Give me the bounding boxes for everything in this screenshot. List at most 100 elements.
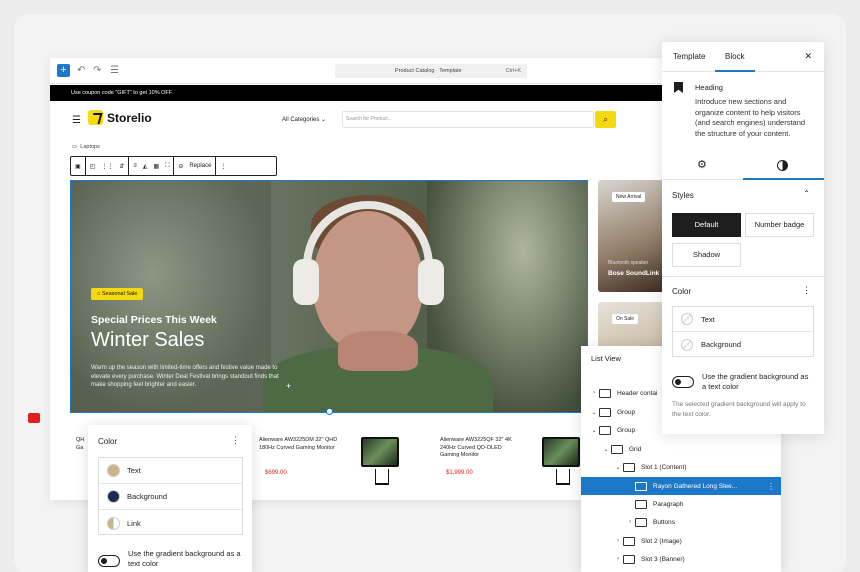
chevron-up-icon[interactable]: ⌃	[803, 189, 810, 198]
media-group[interactable]: ⊖ Replace	[174, 157, 217, 175]
side-card-sale[interactable]: On Sale	[598, 302, 662, 352]
list-view-row[interactable]: › Slot 3 (Banner)	[581, 550, 781, 568]
move-updown-icon[interactable]: ⇵	[119, 163, 124, 170]
list-view-row-label: Grid	[629, 445, 642, 453]
breadcrumb-label: Laptops	[80, 144, 100, 150]
image-block-icon: ◰	[89, 163, 96, 170]
list-view-row-label: Slot 1 (Content)	[641, 463, 687, 471]
menu-icon[interactable]: ☰	[72, 115, 81, 126]
more-options-button[interactable]: ⋮	[216, 157, 230, 175]
color-option-text[interactable]: Text	[673, 307, 813, 332]
block-type-icon	[611, 444, 623, 454]
list-view-row-label: Buttons	[653, 518, 676, 526]
fullscreen-icon[interactable]: ⛶	[165, 163, 169, 170]
link-icon[interactable]: ⊖	[178, 163, 183, 170]
product-price: $699.00	[265, 470, 287, 476]
more-vertical-icon: ⋮	[220, 163, 227, 170]
block-type-icon	[635, 481, 647, 491]
chevron-right-icon[interactable]: ›	[625, 519, 635, 525]
color-heading: Color	[672, 287, 692, 296]
block-parent-button[interactable]: ▣	[71, 157, 86, 175]
product-card[interactable]: Alienware AW3225DM 32" QHD 180Hz Curved …	[253, 433, 413, 489]
color-swatch	[107, 490, 120, 503]
style-default-button[interactable]: Default	[672, 213, 741, 237]
color-option-link[interactable]: Link	[99, 510, 242, 536]
document-overview-icon[interactable]: ☰	[110, 64, 119, 77]
undo-icon[interactable]: ↶	[77, 64, 85, 77]
overlay-icon[interactable]: ▦	[154, 163, 160, 170]
chevron-right-icon[interactable]: ›	[613, 556, 623, 562]
search-button[interactable]: ⌕	[595, 111, 616, 128]
more-vertical-icon[interactable]: ⋮	[231, 435, 240, 446]
search-input[interactable]: Search for Product...	[342, 111, 594, 128]
resize-handle[interactable]	[326, 408, 333, 415]
list-view-row[interactable]: › Slot 2 (Image)	[581, 532, 781, 550]
gradient-text-toggle[interactable]	[672, 376, 694, 388]
chevron-down-icon[interactable]: ⌄	[589, 427, 599, 434]
color-option-label: Link	[127, 518, 141, 528]
side-card-speaker[interactable]: New Arrival Bluetooth speaker Bose Sound…	[598, 180, 662, 292]
color-popover-title: Color	[98, 437, 118, 446]
category-select[interactable]: All Categories ⌄	[282, 116, 326, 123]
product-card[interactable]: Alienware AW3225QF 32" 4K 240Hz Curved Q…	[434, 433, 594, 489]
block-name: Heading	[695, 83, 723, 92]
product-name: Alienware AW3225QF 32" 4K 240Hz Curved Q…	[440, 437, 512, 458]
breadcrumb[interactable]: ▭ Laptops	[72, 144, 100, 150]
gear-icon[interactable]: ⚙	[697, 158, 707, 171]
gradient-text-toggle[interactable]	[98, 555, 120, 567]
chevron-right-icon[interactable]: ⌄	[589, 409, 599, 416]
list-view-row[interactable]: › Buttons	[581, 513, 781, 531]
product-price: $1,999.00	[446, 470, 473, 476]
hero-banner[interactable]: ⌂ Seasonal Sale Special Prices This Week…	[70, 180, 588, 413]
cover-icon: ▣	[75, 163, 81, 170]
color-swatch	[107, 516, 120, 530]
styles-heading: Styles	[672, 191, 694, 200]
list-view-row-label: Rayon Gathered Long Slee...	[653, 482, 738, 490]
product-name: Alienware AW3225DM 32" QHD 180Hz Curved …	[259, 437, 338, 451]
block-type-icon	[635, 499, 647, 509]
color-option-label: Background	[701, 340, 742, 349]
color-option-text[interactable]: Text	[99, 458, 242, 484]
style-shadow-button[interactable]: Shadow	[672, 243, 741, 267]
document-title-bar[interactable]: Product Catalog · Template Ctrl+K	[335, 64, 527, 78]
drag-handle-icon[interactable]: ⋮⋮	[101, 163, 113, 170]
color-swatch	[681, 313, 693, 325]
promo-banner: Use coupon code "GIFT" to get 10% OFF.	[50, 85, 662, 101]
active-subtab-indicator	[743, 178, 824, 180]
replace-button[interactable]: Replace	[189, 163, 211, 169]
block-align-group[interactable]: ≡ ◭ ▦ ⛶	[129, 157, 175, 175]
more-vertical-icon[interactable]: ⋮	[767, 482, 775, 491]
color-option-background[interactable]: Background	[673, 332, 813, 357]
add-block-button[interactable]: +	[57, 64, 70, 77]
tab-block[interactable]: Block	[725, 52, 745, 61]
style-number-badge-button[interactable]: Number badge	[745, 213, 814, 237]
list-view-row[interactable]: ›Slot 4 (Banner)	[581, 568, 781, 572]
add-block-inline-icon[interactable]: +	[286, 381, 291, 391]
block-type-group[interactable]: ◰ ⋮⋮ ⇵	[86, 157, 130, 175]
store-logo[interactable]: Storelio	[107, 111, 152, 125]
color-option-background[interactable]: Background	[99, 484, 242, 510]
block-type-icon	[623, 462, 635, 472]
bookmark-icon	[674, 82, 683, 93]
divider	[662, 276, 824, 277]
store-header: ☰ Storelio All Categories ⌄ Search for P…	[50, 101, 662, 139]
chevron-down-icon[interactable]: ⌄	[601, 446, 611, 453]
redo-icon[interactable]: ↷	[93, 64, 101, 77]
list-view-row[interactable]: Paragraph	[581, 495, 781, 513]
block-type-icon	[623, 536, 635, 546]
block-type-icon	[599, 425, 611, 435]
styles-icon[interactable]	[777, 160, 788, 171]
list-view-row[interactable]: ⌄ Slot 1 (Content)	[581, 458, 781, 476]
chevron-right-icon[interactable]: ›	[589, 390, 599, 396]
on-sale-badge: On Sale	[612, 314, 639, 324]
chevron-down-icon[interactable]: ⌄	[613, 464, 623, 471]
close-icon[interactable]: ✕	[804, 51, 812, 62]
align-icon[interactable]: ≡	[133, 163, 137, 169]
list-view-row[interactable]: ⌄ Grid	[581, 440, 781, 458]
tab-template[interactable]: Template	[673, 52, 705, 61]
list-view-row[interactable]: Rayon Gathered Long Slee... ⋮	[581, 477, 781, 495]
chevron-right-icon[interactable]: ›	[613, 538, 623, 544]
focal-point-icon[interactable]: ◭	[143, 163, 148, 170]
more-vertical-icon[interactable]: ⋮	[802, 285, 811, 296]
side-card-category: Bluetooth speaker	[608, 260, 649, 266]
